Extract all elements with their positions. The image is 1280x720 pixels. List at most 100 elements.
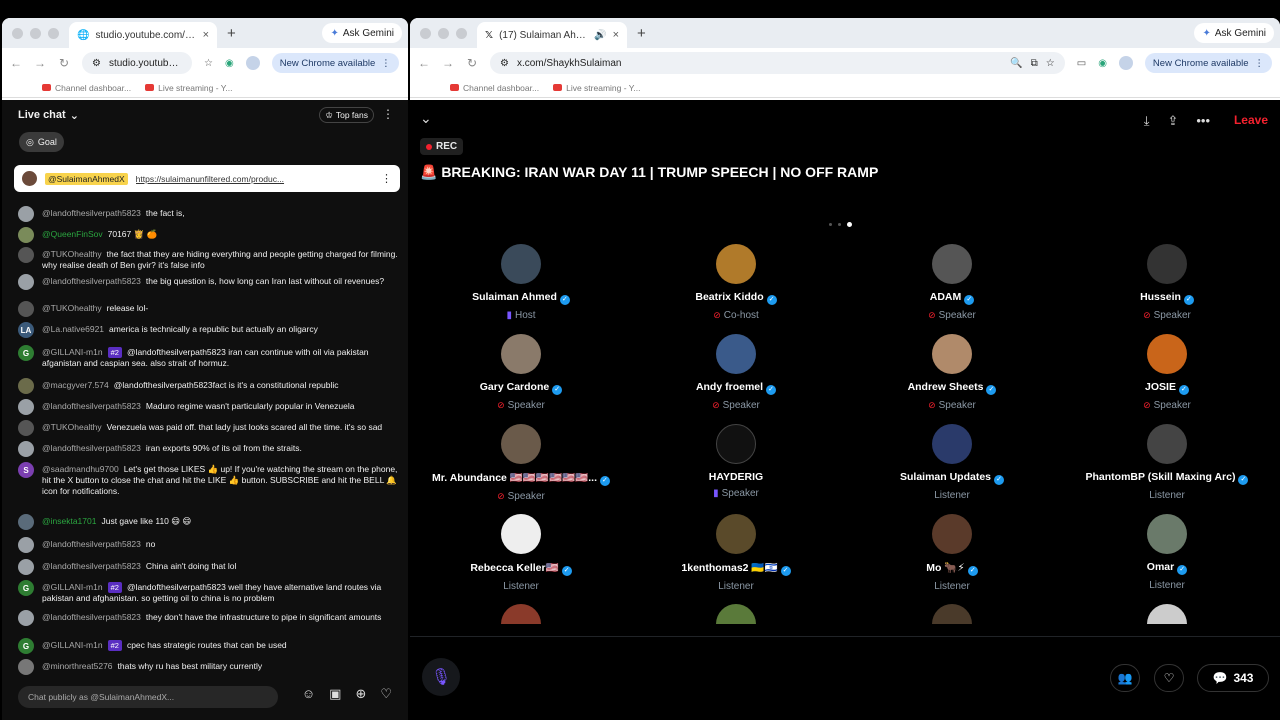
participant[interactable] — [636, 604, 836, 624]
people-button[interactable]: 👥 — [1110, 664, 1140, 692]
add-icon[interactable]: ⊕ — [355, 686, 366, 702]
page-dot-active[interactable] — [847, 222, 852, 227]
zoom-icon[interactable]: 🔍 — [1010, 58, 1022, 69]
avatar[interactable] — [501, 424, 541, 464]
menu-kebab-icon[interactable]: ⋮ — [381, 58, 391, 69]
participant[interactable] — [421, 604, 621, 624]
avatar[interactable] — [932, 244, 972, 284]
participant[interactable]: ADAM ✓ ⊘ Speaker — [852, 244, 1052, 321]
avatar[interactable] — [501, 604, 541, 624]
participant[interactable]: Sulaiman Ahmed ✓ ▮ Host — [421, 244, 621, 321]
microphone-button[interactable]: 🎙 — [422, 658, 460, 696]
close-window-button[interactable] — [420, 27, 431, 39]
chat-author[interactable]: @landofthesilverpath5823 — [42, 276, 141, 286]
site-info-icon[interactable]: ⚙ — [500, 58, 509, 69]
share-icon[interactable]: ⇪ — [1167, 113, 1178, 129]
bookmark-live-streaming[interactable]: Live streaming - Y... — [553, 83, 640, 93]
participant[interactable]: Mr. Abundance 🇺🇸🇺🇸🇺🇸🇺🇸🇺🇸🇺🇸... ✓ ⊘ Speaker — [421, 424, 621, 502]
avatar[interactable] — [716, 604, 756, 624]
chat-message[interactable]: @TUKOhealthy release lol- — [18, 301, 398, 317]
avatar[interactable] — [932, 514, 972, 554]
maximize-window-button[interactable] — [456, 27, 467, 39]
back-icon[interactable]: ← — [10, 56, 22, 70]
participant[interactable]: 1kenthomas2 🇺🇦🇮🇱 ✓ Listener — [636, 514, 836, 592]
tab-close-icon[interactable]: × — [203, 29, 209, 41]
chat-message[interactable]: @macgyver7.574 @landofthesilverpath5823fa… — [18, 378, 398, 394]
pinned-link[interactable]: https://sulaimanunfiltered.com/produc... — [136, 174, 373, 184]
bookmark-live-streaming[interactable]: Live streaming - Y... — [145, 83, 232, 93]
avatar[interactable] — [501, 244, 541, 284]
page-dot[interactable] — [829, 223, 832, 226]
avatar[interactable] — [501, 334, 541, 374]
avatar[interactable] — [18, 399, 34, 415]
avatar[interactable] — [18, 301, 34, 317]
avatar[interactable]: G — [18, 345, 34, 361]
chat-message[interactable]: @landofthesilverpath5823 the big question… — [18, 274, 398, 290]
avatar[interactable] — [18, 206, 34, 222]
chat-author[interactable]: @QueenFinSov — [42, 229, 103, 239]
more-icon[interactable]: ••• — [1196, 113, 1210, 129]
chat-input[interactable]: Chat publicly as @SulaimanAhmedX... — [18, 686, 278, 708]
address-bar[interactable]: ⚙ x.com/ShaykhSulaiman 🔍 ⧉ ☆ — [490, 52, 1065, 74]
avatar[interactable] — [932, 424, 972, 464]
participant[interactable]: Hussein ✓ ⊘ Speaker — [1067, 244, 1267, 321]
goal-button[interactable]: ◎ Goal — [19, 132, 64, 152]
collapse-chevron-icon[interactable]: ⌄ — [420, 110, 432, 127]
avatar[interactable]: LA — [18, 322, 34, 338]
avatar[interactable] — [1147, 334, 1187, 374]
avatar[interactable] — [1147, 514, 1187, 554]
avatar[interactable] — [18, 559, 34, 575]
chat-menu-icon[interactable]: ⋮ — [382, 107, 394, 121]
super-chat-icon[interactable]: ▣ — [329, 686, 341, 702]
sidepanel-icon[interactable]: ▭ — [1077, 58, 1086, 69]
participant[interactable]: Gary Cardone ✓ ⊘ Speaker — [421, 334, 621, 411]
comments-button[interactable]: 💬 343 — [1197, 664, 1269, 692]
bookmark-star-icon[interactable]: ☆ — [1046, 58, 1055, 69]
tab-x-profile[interactable]: 𝕏 (17) Sulaiman Ahmed (@S 🔊 × — [477, 22, 627, 48]
tab-youtube-studio[interactable]: 🌐 studio.youtube.com/live_chat × — [69, 22, 217, 48]
chat-message[interactable]: G @GILLANI-m1n #2 @landofthesilverpath5823 … — [18, 345, 398, 369]
avatar[interactable] — [716, 514, 756, 554]
chat-author[interactable]: @La.native6921 — [42, 324, 104, 334]
maximize-window-button[interactable] — [48, 27, 59, 39]
cast-icon[interactable]: ⧉ — [1031, 58, 1038, 69]
chat-message[interactable]: S @saadmandhu9700 Let's get those LIKES 👍 … — [18, 462, 398, 497]
participant[interactable] — [1067, 604, 1267, 624]
top-fans-button[interactable]: ♔ Top fans — [319, 107, 374, 123]
reactions-button[interactable]: ♡ — [1154, 664, 1184, 692]
participant[interactable]: Omar ✓ Listener — [1067, 514, 1267, 591]
avatar[interactable] — [716, 334, 756, 374]
chat-message[interactable]: G @GILLANI-m1n #2 cpec has strategic routes… — [18, 638, 398, 654]
avatar[interactable] — [501, 514, 541, 554]
avatar[interactable] — [932, 334, 972, 374]
participant[interactable]: Mo 🐂⚡ ✓ Listener — [852, 514, 1052, 592]
new-tab-button[interactable]: + — [637, 25, 646, 42]
menu-kebab-icon[interactable]: ⋮ — [1255, 58, 1265, 69]
chat-message[interactable]: LA @La.native6921 america is technically a… — [18, 322, 398, 338]
dock-icon[interactable]: ⤓ — [1144, 113, 1150, 129]
reload-icon[interactable]: ↻ — [466, 56, 478, 70]
chat-author[interactable]: @landofthesilverpath5823 — [42, 539, 141, 549]
minimize-window-button[interactable] — [438, 27, 449, 39]
site-info-icon[interactable]: ⚙ — [92, 58, 101, 69]
tab-close-icon[interactable]: × — [613, 29, 619, 41]
avatar[interactable] — [716, 244, 756, 284]
chat-message[interactable]: @landofthesilverpath5823 the fact is, — [18, 206, 398, 222]
chat-author[interactable]: @landofthesilverpath5823 — [42, 443, 141, 453]
speaker-icon[interactable]: 🔊 — [594, 30, 606, 41]
participant[interactable]: Andrew Sheets ✓ ⊘ Speaker — [852, 334, 1052, 411]
avatar[interactable] — [1147, 424, 1187, 464]
avatar[interactable] — [716, 424, 756, 464]
ask-gemini-button[interactable]: ✦ Ask Gemini — [1194, 23, 1274, 43]
avatar[interactable] — [18, 247, 34, 263]
participant[interactable]: Sulaiman Updates ✓ Listener — [852, 424, 1052, 501]
avatar[interactable] — [18, 514, 34, 530]
chat-author[interactable]: @TUKOhealthy — [42, 303, 102, 313]
chat-author[interactable]: @minorthreat5276 — [42, 661, 113, 671]
chat-message[interactable]: @TUKOhealthy the fact that they are hidin… — [18, 247, 398, 271]
chat-message[interactable]: G @GILLANI-m1n #2 @landofthesilverpath5823 … — [18, 580, 398, 604]
chat-author[interactable]: @landofthesilverpath5823 — [42, 561, 141, 571]
participant[interactable]: HAYDERIG ▮ Speaker — [636, 424, 836, 499]
avatar[interactable] — [18, 378, 34, 394]
chat-author[interactable]: @TUKOhealthy — [42, 422, 102, 432]
